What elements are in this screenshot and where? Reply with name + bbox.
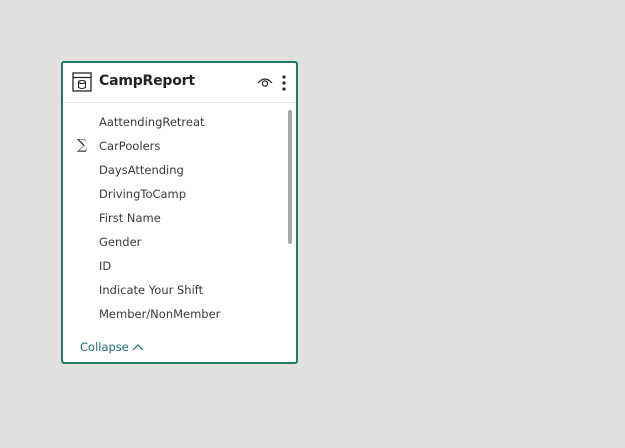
field-row[interactable]: Member/NonMember — [63, 304, 287, 328]
field-label: Member/NonMember — [99, 307, 221, 321]
sigma-icon: ∑ — [77, 137, 87, 153]
field-row[interactable]: ∑ CarPoolers — [63, 136, 287, 160]
field-label: First Name — [99, 211, 161, 225]
field-row[interactable]: DaysAttending — [63, 160, 287, 184]
field-label: Indicate Your Shift — [99, 283, 204, 297]
table-icon — [72, 72, 92, 92]
collapse-label: Collapse — [80, 340, 129, 354]
more-options-icon[interactable] — [280, 74, 288, 92]
collapse-button[interactable]: Collapse — [80, 340, 144, 354]
table-card-header: CampReport — [63, 63, 296, 103]
field-label: DaysAttending — [99, 163, 184, 177]
field-label: Gender — [99, 235, 142, 249]
table-title: CampReport — [99, 73, 195, 89]
field-row[interactable]: ID — [63, 256, 287, 280]
field-list: AattendingRetreat ∑ CarPoolers DaysAtten… — [63, 112, 287, 328]
eye-icon[interactable] — [257, 76, 273, 88]
field-row[interactable]: Gender — [63, 232, 287, 256]
scrollbar-thumb[interactable] — [288, 110, 292, 244]
field-row[interactable]: Indicate Your Shift — [63, 280, 287, 304]
field-row[interactable]: First Name — [63, 208, 287, 232]
field-row[interactable]: DrivingToCamp — [63, 184, 287, 208]
chevron-up-icon — [132, 344, 144, 351]
table-card-campreport[interactable]: CampReport AattendingRetreat ∑ CarPooler… — [61, 61, 298, 364]
field-row[interactable]: AattendingRetreat — [63, 112, 287, 136]
field-label: ID — [99, 259, 112, 273]
field-label: AattendingRetreat — [99, 115, 205, 129]
field-label: CarPoolers — [99, 139, 161, 153]
field-label: DrivingToCamp — [99, 187, 187, 201]
scrollbar-track[interactable] — [288, 110, 292, 332]
